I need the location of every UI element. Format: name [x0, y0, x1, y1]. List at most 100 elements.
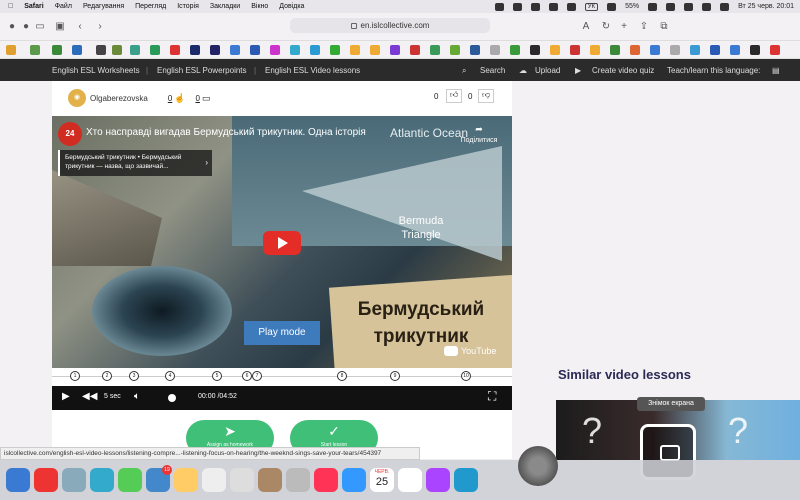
contacts-icon[interactable]	[258, 468, 282, 492]
timeline-marker[interactable]: 5	[212, 371, 222, 381]
address-bar[interactable]: en.islcollective.com	[290, 18, 490, 33]
keyboard-layout[interactable]: УК	[584, 2, 599, 11]
volume-slider-handle[interactable]	[168, 394, 176, 402]
chrome-icon[interactable]	[34, 468, 58, 492]
comment-icon[interactable]: ▭	[202, 93, 211, 104]
channel-logo[interactable]: 24	[58, 122, 82, 146]
close-window-icon[interactable]: ●	[6, 21, 18, 33]
menu-view[interactable]: Перегляд	[135, 3, 166, 10]
favorite-icon[interactable]	[310, 45, 320, 55]
clock[interactable]: Вт 25 черв. 20:01	[738, 3, 794, 10]
menu-safari[interactable]: Safari	[24, 3, 43, 10]
favorite-icon[interactable]	[390, 45, 400, 55]
preview-icon[interactable]	[286, 468, 310, 492]
timeline-marker[interactable]: 10	[461, 371, 471, 381]
video-title[interactable]: Хто насправді вигадав Бермудський трикут…	[86, 127, 366, 138]
favorite-icon[interactable]	[630, 45, 640, 55]
favorite-icon[interactable]	[610, 45, 620, 55]
favorite-icon[interactable]	[370, 45, 380, 55]
favorite-icon[interactable]	[490, 45, 500, 55]
timeline-marker[interactable]: 8	[337, 371, 347, 381]
battery-icon[interactable]	[648, 2, 658, 11]
translate-icon[interactable]: A	[580, 21, 592, 33]
keynote-icon[interactable]	[398, 468, 422, 492]
tab-group-icon[interactable]: ▣	[54, 21, 66, 33]
nav-worksheets[interactable]: English ESL Worksheets	[52, 66, 140, 75]
settings-icon[interactable]	[518, 446, 558, 486]
play-icon[interactable]	[566, 2, 576, 11]
favorite-icon[interactable]	[530, 45, 540, 55]
apple-menu-icon[interactable]: 	[8, 3, 13, 10]
favorite-icon[interactable]	[750, 45, 760, 55]
timeline-marker[interactable]: 3	[129, 371, 139, 381]
timeline-marker[interactable]: 1	[70, 371, 80, 381]
creative-cloud-icon[interactable]	[494, 2, 504, 11]
launchpad-icon[interactable]	[62, 468, 86, 492]
hand-icon[interactable]: ☝	[174, 93, 185, 104]
favorite-icon[interactable]	[550, 45, 560, 55]
monitor-icon[interactable]	[548, 2, 558, 11]
comment-count[interactable]: 0	[195, 94, 199, 103]
favorite-icon[interactable]	[590, 45, 600, 55]
menu-file[interactable]: Файл	[55, 3, 72, 10]
favorite-icon[interactable]	[290, 45, 300, 55]
play-mode-button[interactable]: Play mode	[244, 321, 320, 345]
video-quiz-icon[interactable]: ▶	[575, 66, 581, 75]
rewind-icon[interactable]: ◀◀	[82, 391, 97, 402]
address-text[interactable]: en.islcollective.com	[361, 21, 430, 30]
menu-window[interactable]: Вікно	[251, 3, 268, 10]
nav-create-quiz[interactable]: Create video quiz	[592, 66, 654, 75]
timeline-marker[interactable]: 2	[102, 371, 112, 381]
play-icon[interactable]: ▶	[62, 391, 70, 402]
podcasts-icon[interactable]	[426, 468, 450, 492]
photos-icon[interactable]	[174, 468, 198, 492]
favorite-icon[interactable]	[670, 45, 680, 55]
nav-video-lessons[interactable]: English ESL Video lessons	[265, 66, 360, 75]
youtube-play-button[interactable]	[263, 231, 301, 255]
reminders-icon[interactable]	[202, 468, 226, 492]
menu-bookmarks[interactable]: Закладки	[210, 3, 240, 10]
favorite-icon[interactable]	[450, 45, 460, 55]
favorite-icon[interactable]	[470, 45, 480, 55]
skip-label[interactable]: 5 sec	[104, 393, 121, 400]
favorite-icon[interactable]	[270, 45, 280, 55]
menu-edit[interactable]: Редагування	[83, 3, 124, 10]
reload-icon[interactable]: ↻	[600, 21, 612, 33]
favorite-icon[interactable]	[210, 45, 220, 55]
favorite-icon[interactable]	[130, 45, 140, 55]
favorite-icon[interactable]	[650, 45, 660, 55]
youtube-logo[interactable]: YouTube	[444, 346, 496, 356]
favorite-icon[interactable]	[710, 45, 720, 55]
favorite-icon[interactable]	[112, 45, 122, 55]
favorite-icon[interactable]	[6, 45, 16, 55]
favorite-count[interactable]: 0	[168, 94, 172, 103]
minimize-window-icon[interactable]: ●	[20, 21, 32, 33]
timeline-marker[interactable]: 9	[390, 371, 400, 381]
favorite-icon[interactable]	[250, 45, 260, 55]
upload-icon[interactable]: ☁	[519, 66, 527, 75]
battery-percent[interactable]: 55%	[625, 3, 639, 10]
favorite-icon[interactable]	[570, 45, 580, 55]
favorite-icon[interactable]	[510, 45, 520, 55]
notes-icon[interactable]	[230, 468, 254, 492]
siri-icon[interactable]	[720, 2, 730, 11]
uk-flag-icon[interactable]: ▤	[772, 66, 780, 75]
author-name[interactable]: Olgaberezovska	[90, 94, 148, 103]
favorite-icon[interactable]	[30, 45, 40, 55]
status-icon[interactable]	[512, 2, 522, 11]
timeline-marker[interactable]: 4	[165, 371, 175, 381]
favorite-icon[interactable]	[170, 45, 180, 55]
safari-icon[interactable]	[90, 468, 114, 492]
share-icon[interactable]: ⇪	[638, 21, 650, 33]
menu-help[interactable]: Довідка	[279, 3, 304, 10]
favorite-icon[interactable]	[52, 45, 62, 55]
timeline-marker[interactable]: 7	[252, 371, 262, 381]
favorite-icon[interactable]	[72, 45, 82, 55]
calendar-icon[interactable]: ЧЕРВ. 25	[370, 468, 394, 492]
favorite-icon[interactable]	[190, 45, 200, 55]
control-center-icon[interactable]	[702, 2, 712, 11]
favorite-icon[interactable]	[770, 45, 780, 55]
favorite-icon[interactable]	[350, 45, 360, 55]
back-icon[interactable]: ‹	[74, 21, 86, 33]
bluetooth-icon[interactable]	[607, 2, 617, 11]
